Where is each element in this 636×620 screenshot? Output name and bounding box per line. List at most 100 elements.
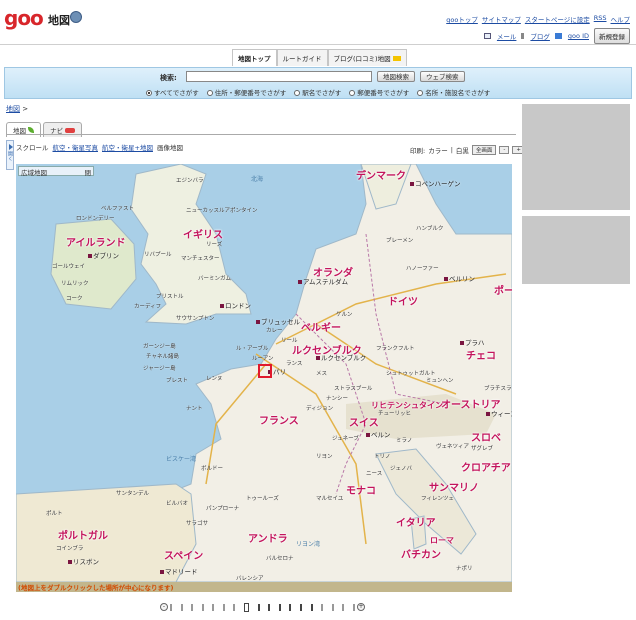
print-mono[interactable]: 白黒 — [456, 145, 469, 155]
place-label: シュトゥットガルト — [386, 371, 436, 377]
zoom-tick[interactable] — [212, 603, 215, 611]
option-station-label: 駅名でさがす — [302, 89, 342, 97]
link-goo-top[interactable]: gooトップ — [446, 14, 478, 24]
link-help[interactable]: ヘルプ — [611, 14, 631, 24]
print-color[interactable]: カラー — [428, 145, 448, 155]
search-input[interactable] — [186, 71, 372, 82]
zoom-out-icon[interactable]: - — [160, 603, 168, 611]
radio-icon — [349, 90, 356, 96]
zoom-control[interactable]: - + — [160, 602, 365, 612]
option-landmark[interactable]: 名所・施設名でさがす — [417, 87, 490, 97]
country-label: アンドラ — [248, 534, 288, 545]
zoom-tick[interactable] — [222, 603, 225, 611]
city-label: ルクセンブルク — [316, 352, 366, 362]
zoom-tick[interactable] — [352, 603, 355, 611]
place-label: ナポリ — [456, 566, 473, 572]
place-label: ブレスト — [166, 378, 189, 384]
header-divider — [0, 44, 636, 45]
zoom-tick[interactable] — [321, 603, 324, 611]
side-panel-toggle[interactable]: 開く — [6, 140, 14, 170]
mode-aerial[interactable]: 航空・衛星写真 — [53, 142, 99, 152]
city-label: ブリュッセル — [256, 316, 300, 326]
zoom-tick[interactable] — [233, 603, 236, 611]
zoom-handle[interactable] — [244, 602, 250, 612]
sea-label: ビスケー湾 — [166, 456, 197, 463]
zoom-tick[interactable] — [342, 603, 345, 611]
zoom-track[interactable] — [168, 602, 357, 612]
place-label: ル・アーブル — [236, 346, 269, 352]
place-label: ザグレブ — [471, 446, 494, 452]
place-label: ブラチスラバ — [484, 386, 512, 392]
place-label: ブリストル — [156, 294, 184, 300]
link-sitemap[interactable]: サイトマップ — [482, 14, 521, 24]
option-landmark-label: 名所・施設名でさがす — [425, 89, 491, 97]
wide-area-map-toggle[interactable]: 広域地図 閉 — [18, 166, 94, 177]
place-label: ガーンジー島 — [143, 344, 176, 350]
country-label: ベルギー — [301, 323, 341, 334]
tab-map-top[interactable]: 地図トップ — [232, 49, 277, 66]
zoom-tick[interactable] — [201, 603, 204, 611]
place-label: ミラノ — [396, 438, 413, 444]
place-label: ナンシー — [326, 396, 349, 402]
map-tab-divider — [6, 134, 516, 135]
radio-icon — [146, 90, 152, 96]
web-search-button[interactable]: ウェブ検索 — [420, 71, 465, 82]
place-label: ロンドンデリー — [76, 216, 115, 222]
map-canvas[interactable]: デンマーク アイルランド イギリス オランダ ドイツ ベルギー ルクセンブルク … — [16, 164, 512, 582]
place-label: リール — [281, 338, 298, 344]
country-label: ドイツ — [388, 297, 418, 308]
map-mode-links: スクロール 航空・衛星写真 航空・衛星+地図 画像地図 — [16, 142, 183, 152]
breadcrumb-home[interactable]: 地図 — [6, 105, 20, 113]
zoom-tick[interactable] — [289, 603, 292, 611]
zoom-tick[interactable] — [278, 603, 281, 611]
place-label: エジンバラ — [176, 178, 204, 184]
place-label: コインブラ — [56, 546, 84, 552]
place-label: マンチェスター — [181, 256, 220, 262]
link-blog[interactable]: ブログ — [530, 31, 550, 41]
zoom-tick[interactable] — [257, 603, 260, 611]
place-label: バーミンガム — [198, 276, 232, 282]
place-label: サラゴサ — [186, 521, 209, 527]
pencil-icon — [521, 33, 525, 39]
option-postal[interactable]: 郵便番号でさがす — [349, 87, 409, 97]
link-goo-id[interactable]: goo ID — [568, 32, 589, 40]
country-label: ポー — [494, 286, 512, 297]
place-label: チューリッヒ — [378, 411, 412, 417]
place-label: ナント — [186, 406, 203, 412]
place-label: ディジョン — [306, 406, 334, 412]
signup-button[interactable]: 新規登録 — [594, 28, 630, 44]
map-hint-text: (地図上をダブルクリックした場所が中心になります) — [18, 584, 174, 592]
tab-route-guide[interactable]: ルートガイド — [276, 49, 328, 66]
zoom-tick[interactable] — [268, 603, 271, 611]
map-search-button[interactable]: 地図検索 — [377, 71, 415, 82]
zoom-in-icon[interactable]: + — [357, 603, 365, 611]
option-all-label: すべてでさがす — [154, 89, 199, 97]
shrink-button[interactable]: - — [499, 146, 510, 154]
link-mail[interactable]: メール — [497, 31, 517, 41]
fullscreen-button[interactable]: 全画面 — [471, 145, 497, 155]
zoom-tick[interactable] — [310, 603, 313, 611]
place-label: ケルン — [336, 312, 353, 318]
zoom-tick[interactable] — [299, 603, 302, 611]
link-set-start[interactable]: スタートページに設定 — [525, 14, 590, 24]
mode-aerial-map[interactable]: 航空・衛星+地図 — [102, 142, 153, 152]
zoom-tick[interactable] — [331, 603, 334, 611]
tab-blog-map[interactable]: ブログ(口コミ)地図 — [327, 49, 407, 66]
option-address[interactable]: 住所・郵便番号でさがす — [206, 87, 286, 97]
link-rss[interactable]: RSS — [594, 14, 607, 24]
country-label: スロベ — [471, 433, 501, 444]
wide-area-map-label: 広域地図 — [21, 169, 47, 177]
goo-logo[interactable]: goo — [4, 6, 44, 30]
place-label: フィレンツェ — [421, 496, 454, 502]
zoom-tick[interactable] — [191, 603, 194, 611]
place-label: サンタンデル — [116, 491, 150, 497]
option-station[interactable]: 駅名でさがす — [294, 87, 341, 97]
map-hint-bar: (地図上をダブルクリックした場所が中心になります) — [16, 582, 512, 592]
mode-image-map[interactable]: 画像地図 — [157, 142, 183, 152]
city-label: マドリード — [160, 566, 198, 576]
country-label: イギリス — [183, 230, 223, 241]
option-all[interactable]: すべてでさがす — [146, 87, 199, 97]
zoom-tick[interactable] — [170, 603, 172, 611]
wide-area-map-close[interactable]: 閉 — [85, 167, 92, 177]
zoom-tick[interactable] — [180, 603, 183, 611]
